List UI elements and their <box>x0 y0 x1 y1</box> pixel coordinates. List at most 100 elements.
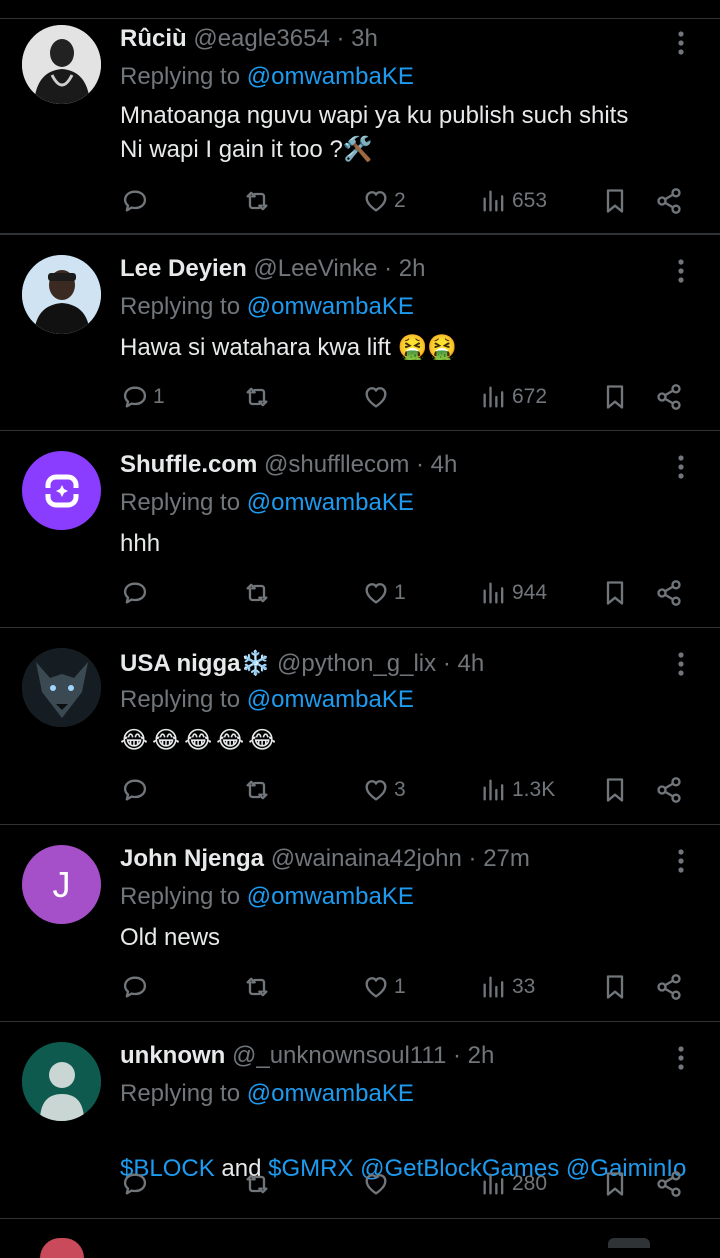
timestamp[interactable]: · 2h <box>384 255 425 282</box>
user-handle[interactable]: @shuffllecom <box>264 451 409 478</box>
view-count: 33 <box>512 975 536 998</box>
bookmark-button[interactable] <box>601 772 629 808</box>
avatar[interactable] <box>22 255 101 334</box>
share-button[interactable] <box>655 183 683 219</box>
timestamp[interactable]: · 4h <box>416 451 457 478</box>
reply-button[interactable] <box>121 969 153 1005</box>
display-name[interactable]: John Njenga <box>120 845 264 872</box>
avatar[interactable] <box>22 1042 101 1121</box>
bookmark-icon <box>606 385 624 409</box>
retweet-button[interactable] <box>243 575 275 611</box>
retweet-button[interactable] <box>243 772 275 808</box>
share-button[interactable] <box>655 379 683 415</box>
reply-button[interactable]: 1 <box>121 379 165 415</box>
retweet-button[interactable] <box>243 969 275 1005</box>
user-handle[interactable]: @LeeVinke <box>253 255 377 282</box>
retweet-button[interactable] <box>243 183 275 219</box>
timestamp[interactable]: · 4h <box>443 650 484 677</box>
avatar[interactable]: J <box>22 845 101 924</box>
reply-item[interactable]: Rûciù @eagle3654 · 3h Replying to @omwam… <box>0 18 720 234</box>
action-bar: 280 <box>0 1166 720 1202</box>
views-button[interactable]: 944 <box>480 575 547 611</box>
more-options-button[interactable] <box>670 646 692 682</box>
more-options-button[interactable] <box>670 253 692 289</box>
view-count: 672 <box>512 385 548 408</box>
more-options-button[interactable] <box>670 843 692 879</box>
user-handle[interactable]: @_unknownsoul111 <box>232 1042 446 1069</box>
more-icon <box>678 652 684 676</box>
user-handle[interactable]: @python_g_lix <box>277 650 436 677</box>
display-name[interactable]: unknown <box>120 1042 225 1069</box>
replying-to-mention[interactable]: @omwambaKE <box>247 63 414 90</box>
reply-button[interactable] <box>121 772 153 808</box>
reply-item[interactable]: USA nigga❄️ @python_g_lix · 4h Replying … <box>0 628 720 825</box>
like-count: 3 <box>394 778 406 801</box>
more-options-button[interactable] <box>670 1040 692 1076</box>
reply-icon <box>123 386 147 408</box>
replying-to-label: Replying to <box>120 686 241 713</box>
avatar[interactable] <box>40 1238 84 1258</box>
display-name[interactable]: Lee Deyien <box>120 255 247 282</box>
more-options-button[interactable] <box>608 1238 650 1248</box>
share-button[interactable] <box>655 969 683 1005</box>
like-button[interactable] <box>362 379 394 415</box>
views-button[interactable]: 1.3K <box>480 772 555 808</box>
more-options-button[interactable] <box>670 25 692 61</box>
next-reply-peek[interactable] <box>0 1222 720 1258</box>
replying-to-mention[interactable]: @omwambaKE <box>247 489 414 516</box>
reply-item[interactable]: Shuffle.com @shuffllecom · 4h Replying t… <box>0 431 720 628</box>
bookmark-button[interactable] <box>601 969 629 1005</box>
reply-count: 1 <box>153 385 165 408</box>
user-handle[interactable]: @wainaina42john <box>271 845 462 872</box>
bookmark-icon <box>606 581 624 605</box>
replying-to-label: Replying to <box>120 489 241 516</box>
replying-to-mention[interactable]: @omwambaKE <box>247 1080 414 1107</box>
views-button[interactable]: 280 <box>480 1166 547 1202</box>
user-handle[interactable]: @eagle3654 <box>193 25 329 52</box>
action-bar: 2 653 <box>0 183 720 219</box>
bookmark-button[interactable] <box>601 575 629 611</box>
display-name[interactable]: USA nigga❄️ <box>120 650 270 677</box>
views-button[interactable]: 653 <box>480 183 547 219</box>
avatar[interactable] <box>22 451 101 530</box>
replying-to-mention[interactable]: @omwambaKE <box>247 883 414 910</box>
views-button[interactable]: 672 <box>480 379 547 415</box>
replying-to-label: Replying to <box>120 293 241 320</box>
action-bar: 1 944 <box>0 575 720 611</box>
replying-to-mention[interactable]: @omwambaKE <box>247 686 414 713</box>
display-name[interactable]: Shuffle.com <box>120 451 257 478</box>
share-button[interactable] <box>655 575 683 611</box>
timestamp[interactable]: · 2h <box>453 1042 494 1069</box>
bookmark-button[interactable] <box>601 1166 629 1202</box>
reply-button[interactable] <box>121 1166 153 1202</box>
like-button[interactable]: 1 <box>362 575 406 611</box>
reply-item[interactable]: unknown @_unknownsoul111 · 2h Replying t… <box>0 1022 720 1219</box>
reply-item[interactable]: Lee Deyien @LeeVinke · 2h Replying to @o… <box>0 234 720 431</box>
replying-to-mention[interactable]: @omwambaKE <box>247 293 414 320</box>
views-button[interactable]: 33 <box>480 969 535 1005</box>
retweet-button[interactable] <box>243 1166 275 1202</box>
reply-button[interactable] <box>121 575 153 611</box>
reply-item[interactable]: J John Njenga @wainaina42john · 27m Repl… <box>0 825 720 1022</box>
like-icon <box>365 583 387 604</box>
avatar[interactable] <box>22 25 101 104</box>
share-button[interactable] <box>655 772 683 808</box>
share-button[interactable] <box>655 1166 683 1202</box>
reply-icon <box>123 779 147 801</box>
bookmark-button[interactable] <box>601 183 629 219</box>
like-icon <box>365 1174 387 1195</box>
like-button[interactable]: 3 <box>362 772 406 808</box>
like-button[interactable] <box>362 1166 394 1202</box>
more-options-button[interactable] <box>670 449 692 485</box>
avatar[interactable] <box>22 648 101 727</box>
bookmark-button[interactable] <box>601 379 629 415</box>
like-button[interactable]: 2 <box>362 183 406 219</box>
reply-header: USA nigga❄️ @python_g_lix · 4h <box>120 648 484 680</box>
reply-button[interactable] <box>121 183 153 219</box>
timestamp[interactable]: · 3h <box>337 25 378 52</box>
share-icon <box>657 384 681 410</box>
timestamp[interactable]: · 27m <box>469 845 530 872</box>
retweet-button[interactable] <box>243 379 275 415</box>
like-button[interactable]: 1 <box>362 969 406 1005</box>
display-name[interactable]: Rûciù <box>120 25 187 52</box>
